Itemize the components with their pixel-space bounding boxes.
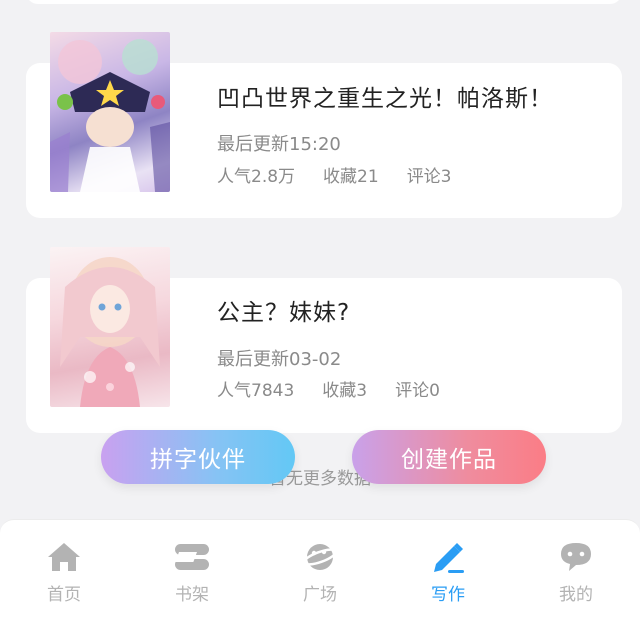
work-favorites: 收藏3 — [322, 381, 368, 401]
work-stats: 人气2.8万 收藏21 评论3 — [217, 162, 452, 187]
work-cover-image[interactable] — [50, 32, 170, 192]
tab-label: 首页 — [47, 585, 81, 605]
tab-me[interactable]: 我的 — [512, 520, 640, 618]
work-popularity: 人气7843 — [217, 381, 295, 401]
create-work-button[interactable]: 创建作品 — [352, 430, 546, 484]
work-popularity: 人气2.8万 — [217, 167, 296, 187]
home-icon — [44, 540, 84, 574]
work-cover-image[interactable] — [50, 247, 170, 407]
bookshelf-icon — [172, 540, 212, 574]
tab-label: 写作 — [431, 585, 465, 605]
work-favorites: 收藏21 — [323, 167, 379, 187]
tab-label: 书架 — [175, 585, 209, 605]
work-comments: 评论0 — [395, 381, 440, 401]
tab-label: 广场 — [303, 585, 337, 605]
work-stats: 人气7843 收藏3 评论0 — [217, 376, 440, 401]
planet-icon — [300, 540, 340, 574]
work-title[interactable]: 公主？妹妹? — [217, 293, 350, 327]
work-last-updated: 最后更新15:20 — [217, 134, 341, 155]
previous-work-card[interactable] — [26, 0, 622, 4]
list-end-text: 暂无更多数据 — [269, 469, 371, 489]
work-title[interactable]: 凹凸世界之重生之光！帕洛斯！ — [217, 79, 553, 113]
writing-partner-button[interactable]: 拼字伙伴 — [101, 430, 295, 484]
bottom-tab-bar: 首页 书架 广场 写作 我的 — [0, 519, 640, 618]
tab-square[interactable]: 广场 — [256, 520, 384, 618]
tab-label: 我的 — [559, 585, 593, 605]
tab-write[interactable]: 写作 — [384, 520, 512, 618]
work-last-updated: 最后更新03-02 — [217, 349, 342, 370]
chat-bubble-icon — [556, 540, 596, 574]
work-comments: 评论3 — [406, 167, 452, 187]
pen-icon — [428, 540, 468, 574]
tab-home[interactable]: 首页 — [0, 520, 128, 618]
tab-bookshelf[interactable]: 书架 — [128, 520, 256, 618]
